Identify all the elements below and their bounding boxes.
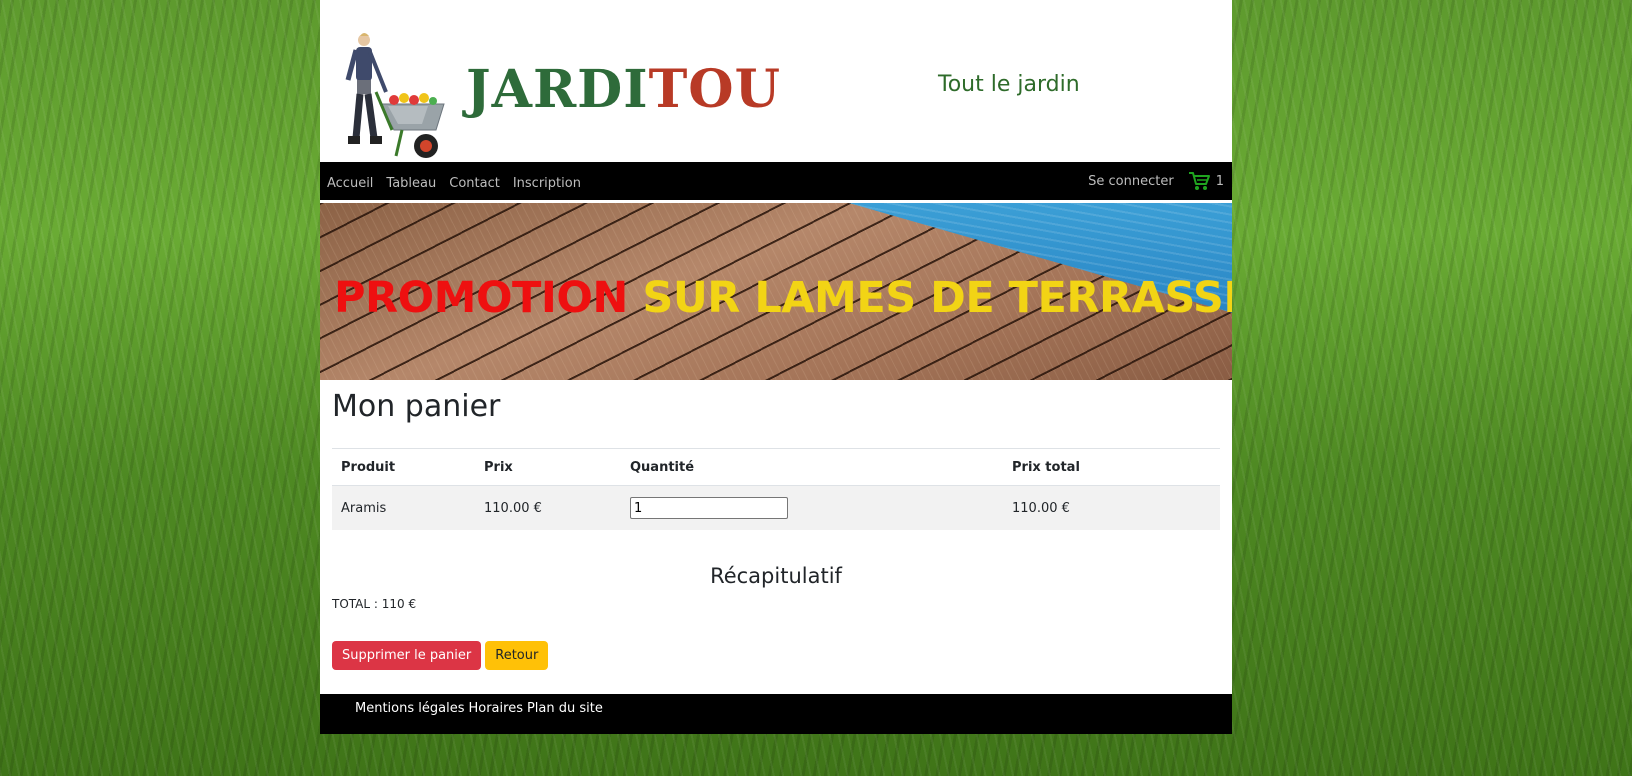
footer-link-plan[interactable]: Plan du site xyxy=(527,701,603,716)
cell-quantity xyxy=(621,485,1003,530)
delete-cart-button[interactable]: Supprimer le panier xyxy=(332,641,482,670)
footer-link-mentions[interactable]: Mentions légales xyxy=(355,701,464,716)
nav-link-contact[interactable]: Contact xyxy=(449,176,500,191)
nav-link-tableau[interactable]: Tableau xyxy=(386,176,436,191)
nav-links: Accueil Tableau Contact Inscription xyxy=(320,172,581,191)
cell-product: Aramis xyxy=(332,485,475,530)
cell-price: 110.00 € xyxy=(475,485,621,530)
cart-count: 1 xyxy=(1215,173,1224,189)
promo-banner: PROMOTION SUR LAMES DE TERRASSE xyxy=(320,203,1232,380)
promo-text-yellow: SUR LAMES DE TERRASSE xyxy=(642,273,1232,323)
back-button[interactable]: Retour xyxy=(485,641,549,670)
main-navbar: Accueil Tableau Contact Inscription Se c… xyxy=(320,162,1232,200)
cart-button[interactable]: 1 xyxy=(1188,171,1224,191)
logo-part-jardi: JARDI xyxy=(466,59,649,120)
cart-actions: Supprimer le panier Retour xyxy=(332,641,1220,670)
promo-text: PROMOTION SUR LAMES DE TERRASSE xyxy=(334,273,1232,323)
brand-logo-text[interactable]: JARDITOU xyxy=(466,64,781,116)
login-link[interactable]: Se connecter xyxy=(1088,174,1174,189)
cart-table: Produit Prix Quantité Prix total Aramis … xyxy=(332,448,1220,530)
footer-links: Mentions légales Horaires Plan du site xyxy=(320,701,603,716)
table-row: Aramis 110.00 € 110.00 € xyxy=(332,485,1220,530)
page-title: Mon panier xyxy=(332,389,501,424)
page-container: JARDITOU Tout le jardin Accueil Tableau … xyxy=(320,0,1232,734)
footer-link-horaires[interactable]: Horaires xyxy=(468,701,522,716)
site-tagline: Tout le jardin xyxy=(938,72,1080,97)
column-header-quantite: Quantité xyxy=(621,448,1003,486)
shopping-cart-icon xyxy=(1188,172,1210,190)
site-header: JARDITOU Tout le jardin xyxy=(320,0,1232,162)
cart-total: TOTAL : 110 € xyxy=(332,597,417,611)
cell-total: 110.00 € xyxy=(1003,485,1220,530)
column-header-produit: Produit xyxy=(332,448,475,486)
gardener-wheelbarrow-logo xyxy=(345,33,445,158)
column-header-prix: Prix xyxy=(475,448,621,486)
promo-text-red: PROMOTION xyxy=(334,273,628,323)
nav-link-inscription[interactable]: Inscription xyxy=(513,176,581,191)
nav-link-accueil[interactable]: Accueil xyxy=(327,176,373,191)
summary-title: Récapitulatif xyxy=(710,564,842,588)
table-header-row: Produit Prix Quantité Prix total xyxy=(332,448,1220,486)
nav-right: Se connecter 1 xyxy=(1088,171,1232,191)
logo-part-tou: TOU xyxy=(648,59,781,120)
main-content: Mon panier Produit Prix Quantité Prix to… xyxy=(332,380,1220,670)
quantity-input[interactable] xyxy=(630,497,788,519)
site-footer: Mentions légales Horaires Plan du site xyxy=(320,694,1232,734)
column-header-prix-total: Prix total xyxy=(1003,448,1220,486)
